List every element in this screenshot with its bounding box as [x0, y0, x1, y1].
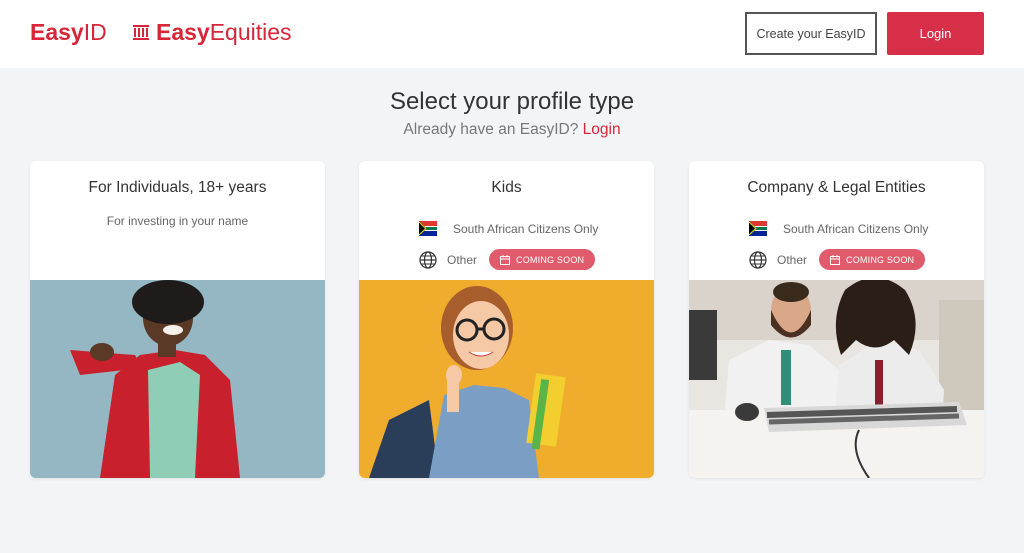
- easyequities-logo[interactable]: Easy Equities: [132, 18, 292, 46]
- other-row: Other COMING SOON: [419, 249, 596, 270]
- easyid-logo-bold: Easy: [30, 19, 84, 45]
- page-title: Select your profile type: [389, 88, 635, 115]
- card-individuals[interactable]: For Individuals, 18+ years For investing…: [30, 161, 325, 478]
- create-easyid-button[interactable]: Create your EasyID: [745, 12, 877, 55]
- calendar-icon: [500, 254, 511, 265]
- subtitle-text: Already have an EasyID?: [403, 121, 583, 138]
- globe-icon: [749, 250, 767, 269]
- easyid-logo-light: ID: [83, 19, 107, 45]
- card-description: For investing in your name: [106, 214, 249, 228]
- sa-citizens-row: South African Citizens Only: [749, 221, 928, 236]
- card-title: Kids: [491, 179, 522, 196]
- girl-thumbs-up-photo: [359, 280, 654, 478]
- other-label: Other: [447, 252, 478, 267]
- coming-soon-badge: COMING SOON: [819, 249, 926, 270]
- other-label: Other: [777, 252, 808, 267]
- page-subtitle: Already have an EasyID? Login: [0, 121, 1024, 139]
- subtitle-login-link[interactable]: Login: [583, 121, 621, 138]
- coming-soon-label: COMING SOON: [846, 254, 915, 265]
- building-icon: [133, 25, 149, 40]
- sa-citizens-row: South African Citizens Only: [419, 221, 598, 236]
- other-row: Other COMING SOON: [749, 249, 926, 270]
- globe-icon: [419, 250, 437, 269]
- calendar-icon: [830, 254, 841, 265]
- coming-soon-badge: COMING SOON: [489, 249, 596, 270]
- south-africa-flag-icon: [749, 221, 767, 236]
- men-at-keyboard-photo: [689, 280, 984, 478]
- sa-citizens-label: South African Citizens Only: [783, 221, 929, 236]
- south-africa-flag-icon: [419, 221, 437, 236]
- easyid-logo[interactable]: EasyID: [30, 18, 107, 46]
- easyequities-logo-light: Equities: [209, 19, 292, 45]
- card-company[interactable]: Company & Legal Entities South African C…: [689, 161, 984, 478]
- card-kids[interactable]: Kids South African Citizens Only Other C…: [359, 161, 654, 478]
- top-navigation: EasyID Easy Equities Create your EasyID L…: [0, 0, 1024, 68]
- card-title: Company & Legal Entities: [747, 179, 926, 196]
- sa-citizens-label: South African Citizens Only: [453, 221, 599, 236]
- person-pointing-photo: [30, 280, 325, 478]
- coming-soon-label: COMING SOON: [516, 254, 585, 265]
- easyequities-logo-bold: Easy: [156, 19, 210, 45]
- login-button[interactable]: Login: [887, 12, 984, 55]
- card-title: For Individuals, 18+ years: [88, 179, 267, 196]
